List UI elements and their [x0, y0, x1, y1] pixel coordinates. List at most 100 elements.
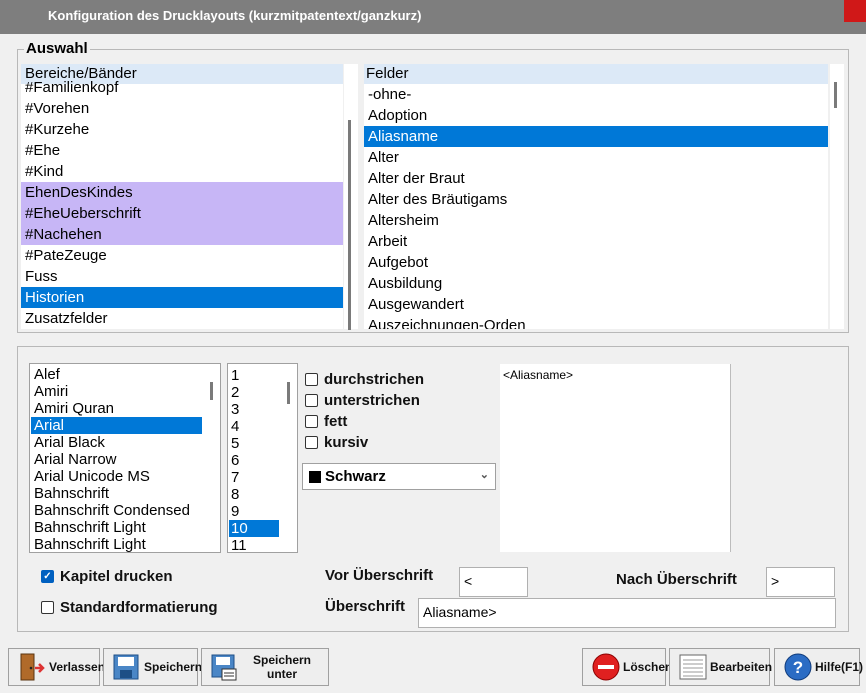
speichern-button[interactable]: Speichern	[103, 648, 202, 686]
bereiche-item[interactable]: #Familienkopf	[21, 77, 343, 98]
font-item[interactable]: Bahnschrift Condensed	[34, 502, 220, 519]
verlassen-button[interactable]: Verlassen	[8, 648, 105, 686]
durchstrichen-box[interactable]	[305, 373, 318, 386]
font-item[interactable]: Arial Unicode MS	[34, 468, 220, 485]
font-item[interactable]: Arial	[31, 417, 202, 434]
color-select[interactable]: Schwarz ⌄	[302, 463, 496, 490]
felder-item[interactable]: Altersheim	[364, 210, 828, 231]
felder-item[interactable]: Aliasname	[364, 126, 828, 147]
bereiche-item[interactable]: #PateZeuge	[21, 245, 343, 266]
color-value: Schwarz	[325, 468, 386, 485]
help-icon: ?	[783, 652, 812, 682]
standardformatierung-box[interactable]	[41, 601, 54, 614]
title-bar: Konfiguration des Drucklayouts (kurzmitp…	[0, 0, 866, 34]
felder-item[interactable]: Alter	[364, 147, 828, 168]
kursiv-label: kursiv	[324, 434, 369, 451]
kapitel-drucken-label: Kapitel drucken	[60, 568, 173, 585]
felder-header: Felder	[364, 64, 828, 84]
fett-checkbox[interactable]: fett	[305, 413, 347, 430]
speichern-label: Speichern	[144, 660, 203, 674]
svg-text:?: ?	[793, 658, 803, 677]
ueberschrift-label: Überschrift	[325, 598, 406, 615]
bereiche-item[interactable]: #Vorehen	[21, 98, 343, 119]
font-item[interactable]: Bahnschrift Light	[34, 519, 220, 536]
preview-text: <Aliasname>	[503, 368, 574, 382]
font-item[interactable]: Amiri	[34, 383, 220, 400]
ueberschrift-input[interactable]: Aliasname>	[418, 598, 836, 628]
hilfe-button[interactable]: ? Hilfe(F1)	[774, 648, 863, 686]
kursiv-box[interactable]	[305, 436, 318, 449]
bereiche-item[interactable]: Historien	[21, 287, 343, 308]
vor-ueberschrift-label: Vor Überschrift	[325, 567, 434, 584]
bereiche-item[interactable]: Zusatzfelder	[21, 308, 343, 329]
loeschen-button[interactable]: Löschen	[582, 648, 672, 686]
fett-box[interactable]	[305, 415, 318, 428]
bereiche-item[interactable]: EhenDesKindes	[21, 182, 343, 203]
durchstrichen-checkbox[interactable]: durchstrichen	[305, 371, 424, 388]
felder-scrollbar[interactable]	[830, 64, 844, 329]
font-item[interactable]: Bahnschrift Light Condensed	[34, 536, 220, 552]
bereiche-item[interactable]: #Nachehen	[21, 224, 343, 245]
size-scroll-thumb[interactable]	[287, 382, 290, 404]
checkmark-icon[interactable]: ✓	[41, 570, 54, 583]
font-item[interactable]: Amiri Quran	[34, 400, 220, 417]
bereiche-item[interactable]: #EheUeberschrift	[21, 203, 343, 224]
kursiv-checkbox[interactable]: kursiv	[305, 434, 368, 451]
exit-door-icon	[17, 652, 45, 682]
felder-scroll-thumb[interactable]	[834, 82, 837, 108]
loeschen-label: Löschen	[623, 660, 673, 674]
felder-item[interactable]: Alter der Braut	[364, 168, 828, 189]
bereiche-scroll-thumb[interactable]	[348, 120, 351, 330]
bereiche-item[interactable]: #Ehe	[21, 140, 343, 161]
speichern-unter-button[interactable]: Speichern unter	[201, 648, 329, 686]
durchstrichen-label: durchstrichen	[324, 371, 425, 388]
size-scrollbar[interactable]	[283, 364, 297, 552]
kapitel-drucken-checkbox[interactable]: ✓ Kapitel drucken	[41, 568, 173, 585]
bereiche-item[interactable]: #Kind	[21, 161, 343, 182]
hilfe-label: Hilfe(F1)	[815, 660, 863, 674]
nach-ueberschrift-value: >	[771, 573, 780, 589]
ueberschrift-value: Aliasname>	[423, 604, 497, 620]
format-preview: <Aliasname>	[500, 364, 731, 552]
save-as-icon	[210, 652, 238, 682]
save-disk-icon	[112, 652, 140, 682]
felder-item[interactable]: Aufgebot	[364, 252, 828, 273]
unterstrichen-checkbox[interactable]: unterstrichen	[305, 392, 420, 409]
felder-item[interactable]: Ausbildung	[364, 273, 828, 294]
delete-icon	[591, 652, 620, 682]
bereiche-list[interactable]: Bereiche/Bänder #Familienkopf #Vorehen #Ku…	[21, 64, 343, 329]
felder-item[interactable]: Auszeichnungen-Orden	[364, 315, 828, 329]
window-title: Konfiguration des Drucklayouts (kurzmitp…	[48, 8, 422, 23]
font-item[interactable]: Arial Narrow	[34, 451, 220, 468]
nach-ueberschrift-label: Nach Überschrift	[616, 571, 737, 588]
felder-item[interactable]: Adoption	[364, 105, 828, 126]
font-item[interactable]: Alef	[34, 366, 220, 383]
edit-list-icon	[678, 652, 707, 682]
font-scrollbar[interactable]	[206, 364, 220, 552]
font-list[interactable]: Alef Amiri Amiri Quran Arial Arial Black Aria…	[29, 363, 221, 553]
vor-ueberschrift-input[interactable]: <	[459, 567, 528, 597]
size-item[interactable]: 10	[229, 520, 279, 537]
verlassen-label: Verlassen	[49, 660, 106, 674]
unterstrichen-label: unterstrichen	[324, 392, 420, 409]
font-item[interactable]: Arial Black	[34, 434, 220, 451]
bereiche-item[interactable]: Fuss	[21, 266, 343, 287]
felder-item[interactable]: Ausgewandert	[364, 294, 828, 315]
felder-item[interactable]: Arbeit	[364, 231, 828, 252]
font-item[interactable]: Bahnschrift	[34, 485, 220, 502]
standardformatierung-checkbox[interactable]: Standardformatierung	[41, 599, 218, 616]
speichern-unter-label: Speichern unter	[252, 653, 312, 681]
size-list[interactable]: 1 2 3 4 5 6 7 8 9 10 11	[227, 363, 298, 553]
unterstrichen-box[interactable]	[305, 394, 318, 407]
bereiche-item[interactable]: #Kurzehe	[21, 119, 343, 140]
font-scroll-thumb[interactable]	[210, 382, 213, 400]
bereiche-scrollbar[interactable]	[344, 64, 358, 330]
nach-ueberschrift-input[interactable]: >	[766, 567, 835, 597]
chevron-down-icon[interactable]: ⌄	[480, 468, 489, 481]
fett-label: fett	[324, 413, 348, 430]
felder-item[interactable]: Alter des Bräutigams	[364, 189, 828, 210]
felder-item[interactable]: -ohne-	[364, 84, 828, 105]
felder-list[interactable]: Felder -ohne- Adoption Aliasname Alter Alter…	[364, 64, 828, 329]
close-icon[interactable]	[844, 0, 866, 22]
bearbeiten-button[interactable]: Bearbeiten	[669, 648, 772, 686]
